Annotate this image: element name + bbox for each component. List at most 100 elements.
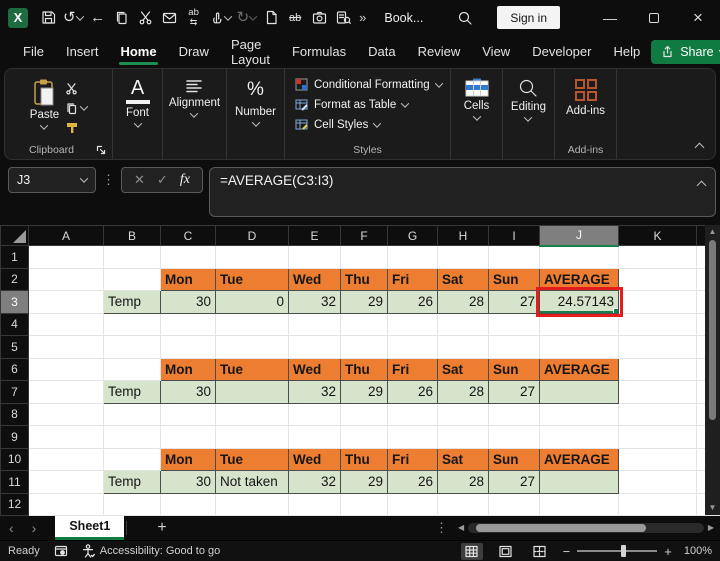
paste-button[interactable]: Paste: [30, 78, 59, 136]
cell-G1[interactable]: [387, 245, 438, 269]
vertical-scroll-thumb[interactable]: [709, 240, 716, 420]
add-sheet-button[interactable]: +: [157, 519, 166, 537]
find-replace-icon[interactable]: ab ⇆: [182, 4, 206, 32]
cell-G10[interactable]: Fri: [387, 447, 438, 471]
cell-A1[interactable]: [28, 245, 104, 269]
row-header-9[interactable]: 9: [0, 425, 29, 449]
cell-K5[interactable]: [618, 335, 697, 359]
cancel-icon[interactable]: ✕: [134, 172, 145, 188]
sheet-bar-dots-icon[interactable]: ⋮: [425, 520, 458, 536]
cell-H10[interactable]: Sat: [437, 447, 489, 471]
cell-D2[interactable]: Tue: [215, 267, 289, 291]
save-icon[interactable]: [36, 4, 60, 32]
cell-H4[interactable]: [437, 312, 489, 336]
email-icon[interactable]: [158, 4, 182, 32]
tab-formulas[interactable]: Formulas: [281, 35, 357, 68]
scroll-down-icon[interactable]: ▼: [709, 504, 717, 512]
cell-D5[interactable]: [215, 335, 289, 359]
number-group[interactable]: % Number: [227, 69, 285, 159]
row-header-12[interactable]: 12: [0, 492, 29, 516]
page-layout-view-button[interactable]: [495, 543, 517, 560]
book-search-icon[interactable]: [331, 4, 355, 32]
zoom-slider-thumb[interactable]: [621, 545, 627, 557]
cell-D3[interactable]: 0: [215, 290, 289, 314]
format-painter-button[interactable]: [65, 120, 87, 136]
cell-E3[interactable]: 32: [288, 290, 341, 314]
cell-J12[interactable]: [539, 492, 619, 516]
cell-F7[interactable]: 29: [340, 380, 388, 404]
alignment-group[interactable]: Alignment: [163, 69, 227, 159]
maximize-icon[interactable]: [632, 0, 676, 35]
cell-C12[interactable]: [160, 492, 216, 516]
cell-C4[interactable]: [160, 312, 216, 336]
cell-C2[interactable]: Mon: [160, 267, 216, 291]
cell-I1[interactable]: [488, 245, 540, 269]
cell-H11[interactable]: 28: [437, 470, 489, 494]
cell-B9[interactable]: [103, 425, 161, 449]
enter-icon[interactable]: ✓: [157, 172, 168, 188]
cell-A9[interactable]: [28, 425, 104, 449]
tab-data[interactable]: Data: [357, 35, 406, 68]
excel-logo[interactable]: X: [8, 7, 28, 28]
conditional-formatting-button[interactable]: Conditional Formatting: [295, 78, 450, 91]
cell-D11[interactable]: Not taken: [215, 470, 289, 494]
tab-view[interactable]: View: [471, 35, 521, 68]
cell-B2[interactable]: [103, 267, 161, 291]
cell-G2[interactable]: Fri: [387, 267, 438, 291]
cell-J3[interactable]: 24.57143: [535, 286, 623, 317]
col-header-J[interactable]: J: [539, 225, 619, 247]
cell-A7[interactable]: [28, 380, 104, 404]
cell-E1[interactable]: [288, 245, 341, 269]
tab-developer[interactable]: Developer: [521, 35, 602, 68]
cell-G5[interactable]: [387, 335, 438, 359]
cell-F11[interactable]: 29: [340, 470, 388, 494]
cell-B10[interactable]: [103, 447, 161, 471]
cell-K12[interactable]: [618, 492, 697, 516]
cell-I6[interactable]: Sun: [488, 357, 540, 381]
cell-G4[interactable]: [387, 312, 438, 336]
cell-H7[interactable]: 28: [437, 380, 489, 404]
copy-button[interactable]: [65, 100, 89, 116]
row-header-7[interactable]: 7: [0, 380, 29, 404]
cell-B1[interactable]: [103, 245, 161, 269]
col-header-B[interactable]: B: [103, 225, 161, 246]
cell-J6[interactable]: AVERAGE: [539, 357, 619, 381]
cell-I3[interactable]: 27: [488, 290, 540, 314]
next-sheet-icon[interactable]: ›: [23, 520, 46, 536]
cut-button[interactable]: [65, 80, 87, 96]
cell-I12[interactable]: [488, 492, 540, 516]
cell-E12[interactable]: [288, 492, 341, 516]
editing-group[interactable]: Editing: [503, 69, 555, 159]
cell-D6[interactable]: Tue: [215, 357, 289, 381]
cell-E9[interactable]: [288, 425, 341, 449]
name-box[interactable]: J3: [8, 167, 96, 193]
cell-A4[interactable]: [28, 312, 104, 336]
cell-A11[interactable]: [28, 470, 104, 494]
cell-F9[interactable]: [340, 425, 388, 449]
sheet-tab-sheet1[interactable]: Sheet1: [55, 515, 125, 540]
cell-G6[interactable]: Fri: [387, 357, 438, 381]
cell-J11[interactable]: [539, 470, 619, 494]
cell-A8[interactable]: [28, 402, 104, 426]
zoom-slider[interactable]: [577, 545, 658, 557]
cell-B6[interactable]: [103, 357, 161, 381]
cells-group[interactable]: Cells: [451, 69, 503, 159]
cell-K4[interactable]: [618, 312, 697, 336]
cell-C10[interactable]: Mon: [160, 447, 216, 471]
formula-bar-dots-icon[interactable]: ⋮: [102, 172, 115, 188]
horizontal-scroll-thumb[interactable]: [476, 523, 647, 532]
cell-J8[interactable]: [539, 402, 619, 426]
cell-J7[interactable]: [539, 380, 619, 404]
cell-K6[interactable]: [618, 357, 697, 381]
cell-F1[interactable]: [340, 245, 388, 269]
tab-home[interactable]: Home: [109, 35, 167, 68]
cell-E5[interactable]: [288, 335, 341, 359]
zoom-out-icon[interactable]: −: [563, 544, 571, 559]
camera-icon[interactable]: [307, 4, 331, 32]
cell-I4[interactable]: [488, 312, 540, 336]
tab-draw[interactable]: Draw: [168, 35, 220, 68]
cell-I8[interactable]: [488, 402, 540, 426]
back-icon[interactable]: ←: [86, 4, 110, 32]
cell-B3[interactable]: Temp: [103, 290, 161, 314]
cell-I7[interactable]: 27: [488, 380, 540, 404]
